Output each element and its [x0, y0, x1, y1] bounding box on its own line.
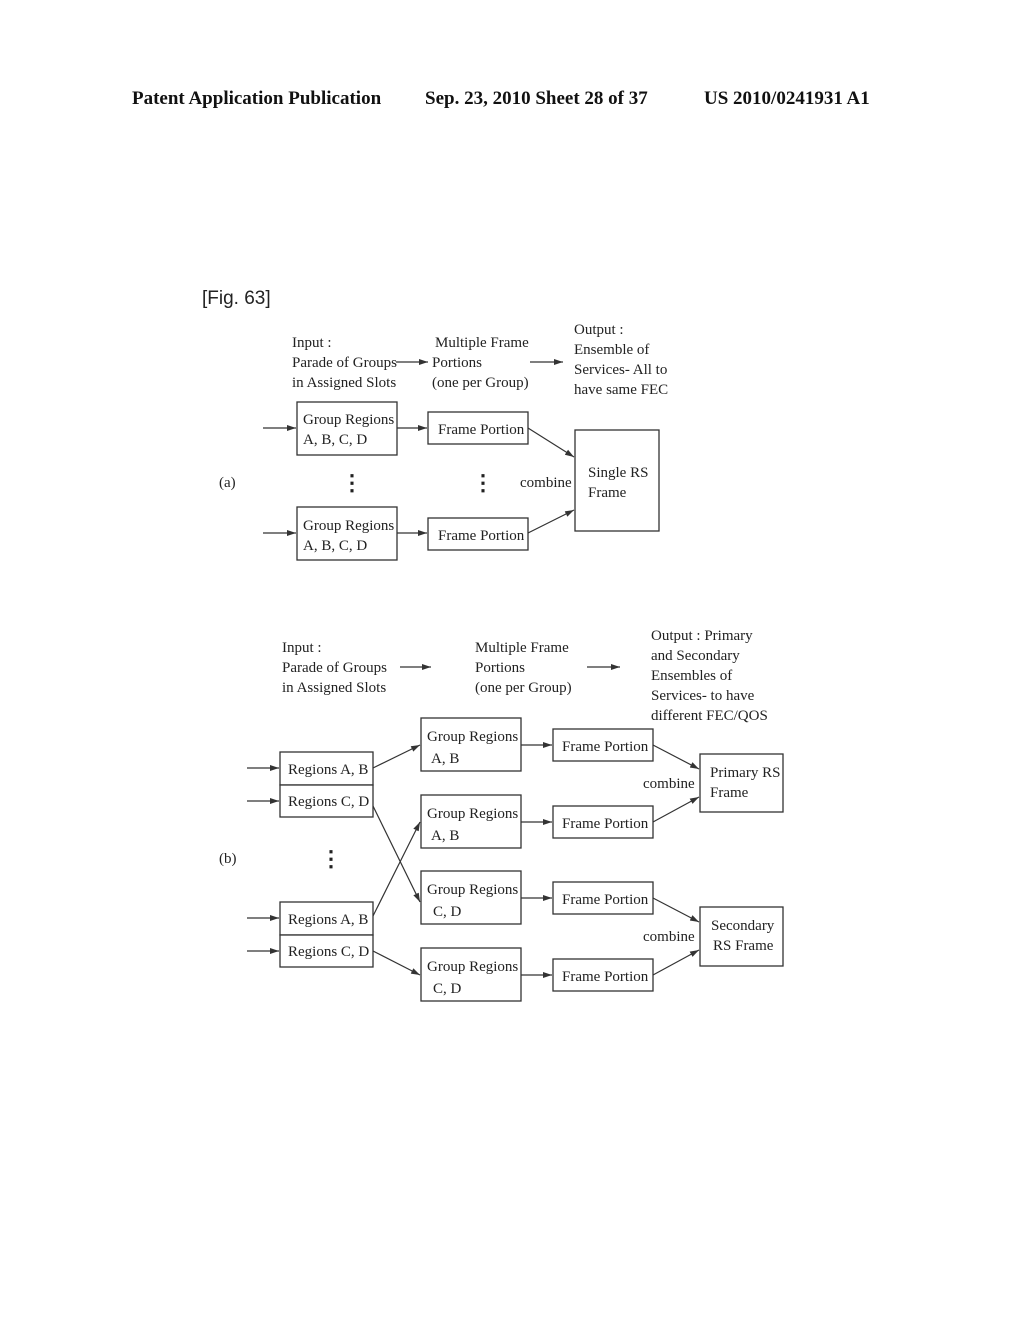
a-ellipsis-left: ⋮	[341, 470, 363, 495]
a-ellipsis-mid: ⋮	[472, 470, 494, 495]
b-input-line-2: Parade of Groups	[282, 660, 387, 676]
b-group-cd-2-line-2: C, D	[433, 981, 462, 997]
a-group-top-line-2: A, B, C, D	[303, 432, 367, 448]
b-regions-ab-top-label: Regions A, B	[288, 762, 368, 778]
a-frame-portion-top-label: Frame Portion	[438, 422, 525, 438]
a-input-line-1: Input :	[292, 335, 332, 351]
b-input-line-1: Input :	[282, 640, 322, 656]
a-output-line-3: Services- All to	[574, 362, 667, 378]
b-regions-ab-bottom-label: Regions A, B	[288, 912, 368, 928]
b-frame-portion-4-label: Frame Portion	[562, 969, 649, 985]
b-group-cd-1-line-1: Group Regions	[427, 882, 518, 898]
b-combine-label-primary: combine	[643, 776, 695, 792]
b-frame-portion-1-label: Frame Portion	[562, 739, 649, 755]
a-output-line-4: have same FEC	[574, 382, 668, 398]
b-regions-cd-top-label: Regions C, D	[288, 794, 369, 810]
b-group-ab-2-line-2: A, B	[431, 828, 459, 844]
b-primary-line-1: Primary RS	[710, 765, 780, 781]
a-result-line-2: Frame	[588, 485, 627, 501]
b-output-line-5: different FEC/QOS	[651, 708, 768, 724]
a-frame-portion-bottom-label: Frame Portion	[438, 528, 525, 544]
a-arrow-combine-top	[527, 427, 575, 458]
b-output-line-2: and Secondary	[651, 648, 740, 664]
b-frame-portion-3-label: Frame Portion	[562, 892, 649, 908]
b-primary-rs-frame-box	[699, 753, 784, 813]
a-arrow-combine-bottom	[527, 509, 575, 534]
b-group-ab-2-line-1: Group Regions	[427, 806, 518, 822]
b-secondary-line-2: RS Frame	[713, 938, 774, 954]
b-secondary-line-1: Secondary	[711, 918, 775, 934]
b-combine-label-secondary: combine	[643, 929, 695, 945]
b-primary-line-2: Frame	[710, 785, 749, 801]
b-group-ab-1-line-1: Group Regions	[427, 729, 518, 745]
b-route-cd-bottom	[372, 950, 421, 976]
b-route-cd-top	[372, 805, 421, 903]
b-part-label: (b)	[219, 851, 237, 867]
figure-diagram: Input : Parade of Groups in Assigned Slo…	[219, 322, 784, 1002]
b-input-line-3: in Assigned Slots	[282, 680, 386, 696]
b-regions-cd-bottom-label: Regions C, D	[288, 944, 369, 960]
b-secondary-rs-frame-box	[699, 906, 784, 967]
b-middle-line-1: Multiple Frame	[475, 640, 569, 656]
a-output-line-1: Output :	[574, 322, 624, 338]
a-input-line-2: Parade of Groups	[292, 355, 397, 371]
a-middle-line-2: Portions	[432, 355, 482, 371]
b-output-line-4: Services- to have	[651, 688, 755, 704]
part-a: Input : Parade of Groups in Assigned Slo…	[219, 322, 668, 561]
b-middle-line-2: Portions	[475, 660, 525, 676]
b-middle-line-3: (one per Group)	[475, 680, 572, 696]
part-b: Input : Parade of Groups in Assigned Slo…	[219, 628, 784, 1002]
a-output-line-2: Ensemble of	[574, 342, 649, 358]
b-output-line-3: Ensembles of	[651, 668, 732, 684]
a-middle-line-3: (one per Group)	[432, 375, 529, 391]
a-combine-label: combine	[520, 475, 572, 491]
b-group-ab-1-line-2: A, B	[431, 751, 459, 767]
a-result-line-1: Single RS	[588, 465, 648, 481]
a-input-line-3: in Assigned Slots	[292, 375, 396, 391]
b-combine-arrow-2	[652, 796, 700, 823]
b-combine-arrow-1	[652, 744, 700, 770]
b-combine-arrow-3	[652, 897, 700, 923]
b-frame-portion-2-label: Frame Portion	[562, 816, 649, 832]
a-group-bottom-line-2: A, B, C, D	[303, 538, 367, 554]
b-route-ab-bottom	[372, 821, 421, 917]
b-output-line-1: Output : Primary	[651, 628, 753, 644]
a-group-top-line-1: Group Regions	[303, 412, 394, 428]
b-group-cd-1-line-2: C, D	[433, 904, 462, 920]
a-part-label: (a)	[219, 475, 236, 491]
b-combine-arrow-4	[652, 949, 700, 976]
b-group-cd-2-line-1: Group Regions	[427, 959, 518, 975]
b-ellipsis: ⋮	[320, 846, 342, 871]
a-middle-line-1: Multiple Frame	[435, 335, 529, 351]
b-route-ab-top	[372, 744, 421, 769]
a-group-bottom-line-1: Group Regions	[303, 518, 394, 534]
